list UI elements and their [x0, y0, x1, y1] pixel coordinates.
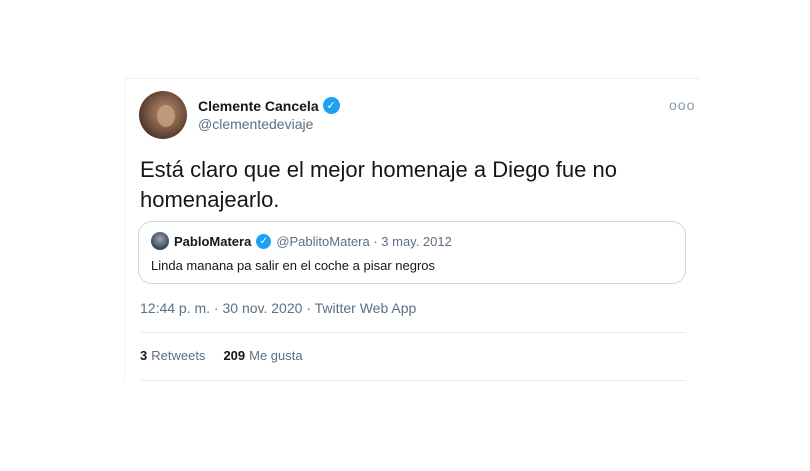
retweets-label: Retweets [151, 348, 206, 363]
quoted-author-avatar [151, 232, 169, 250]
divider [140, 380, 686, 381]
quoted-tweet-meta: @PablitoMatera · 3 may. 2012 [276, 233, 452, 249]
tweet-text: Está claro que el mejor homenaje a Diego… [140, 157, 617, 212]
avatar-face [157, 105, 175, 127]
quoted-tweet-text: Linda manana pa salir en el coche a pisa… [151, 258, 436, 273]
quoted-verified-icon: ✓ [256, 233, 272, 249]
author-display-name[interactable]: Clemente Cancela [198, 98, 319, 114]
author-name-row[interactable]: Clemente Cancela ✓ [198, 97, 340, 114]
divider [140, 332, 686, 333]
likes-label: Me gusta [249, 348, 303, 363]
verified-icon: ✓ [322, 97, 340, 114]
more-options-icon[interactable]: ooo [669, 97, 695, 113]
tweet-card: Clemente Cancela ✓ @clementedeviaje ooo … [124, 78, 700, 381]
tweet-stats: 3 Retweets 209 Me gusta [140, 348, 303, 363]
likes-count: 209 [223, 348, 246, 363]
retweets-stat[interactable]: 3 Retweets [140, 348, 205, 363]
quoted-tweet[interactable]: PabloMatera ✓ @PablitoMatera · 3 may. 20… [138, 221, 686, 284]
quoted-tweet-header: PabloMatera ✓ @PablitoMatera · 3 may. 20… [151, 232, 452, 250]
author-handle[interactable]: @clementedeviaje [198, 116, 313, 132]
author-avatar[interactable] [139, 91, 187, 139]
retweets-count: 3 [140, 348, 148, 363]
likes-stat[interactable]: 209 Me gusta [223, 348, 302, 363]
quoted-author-name: PabloMatera [174, 233, 252, 249]
tweet-timestamp[interactable]: 12:44 p. m. · 30 nov. 2020 · Twitter Web… [140, 300, 416, 316]
